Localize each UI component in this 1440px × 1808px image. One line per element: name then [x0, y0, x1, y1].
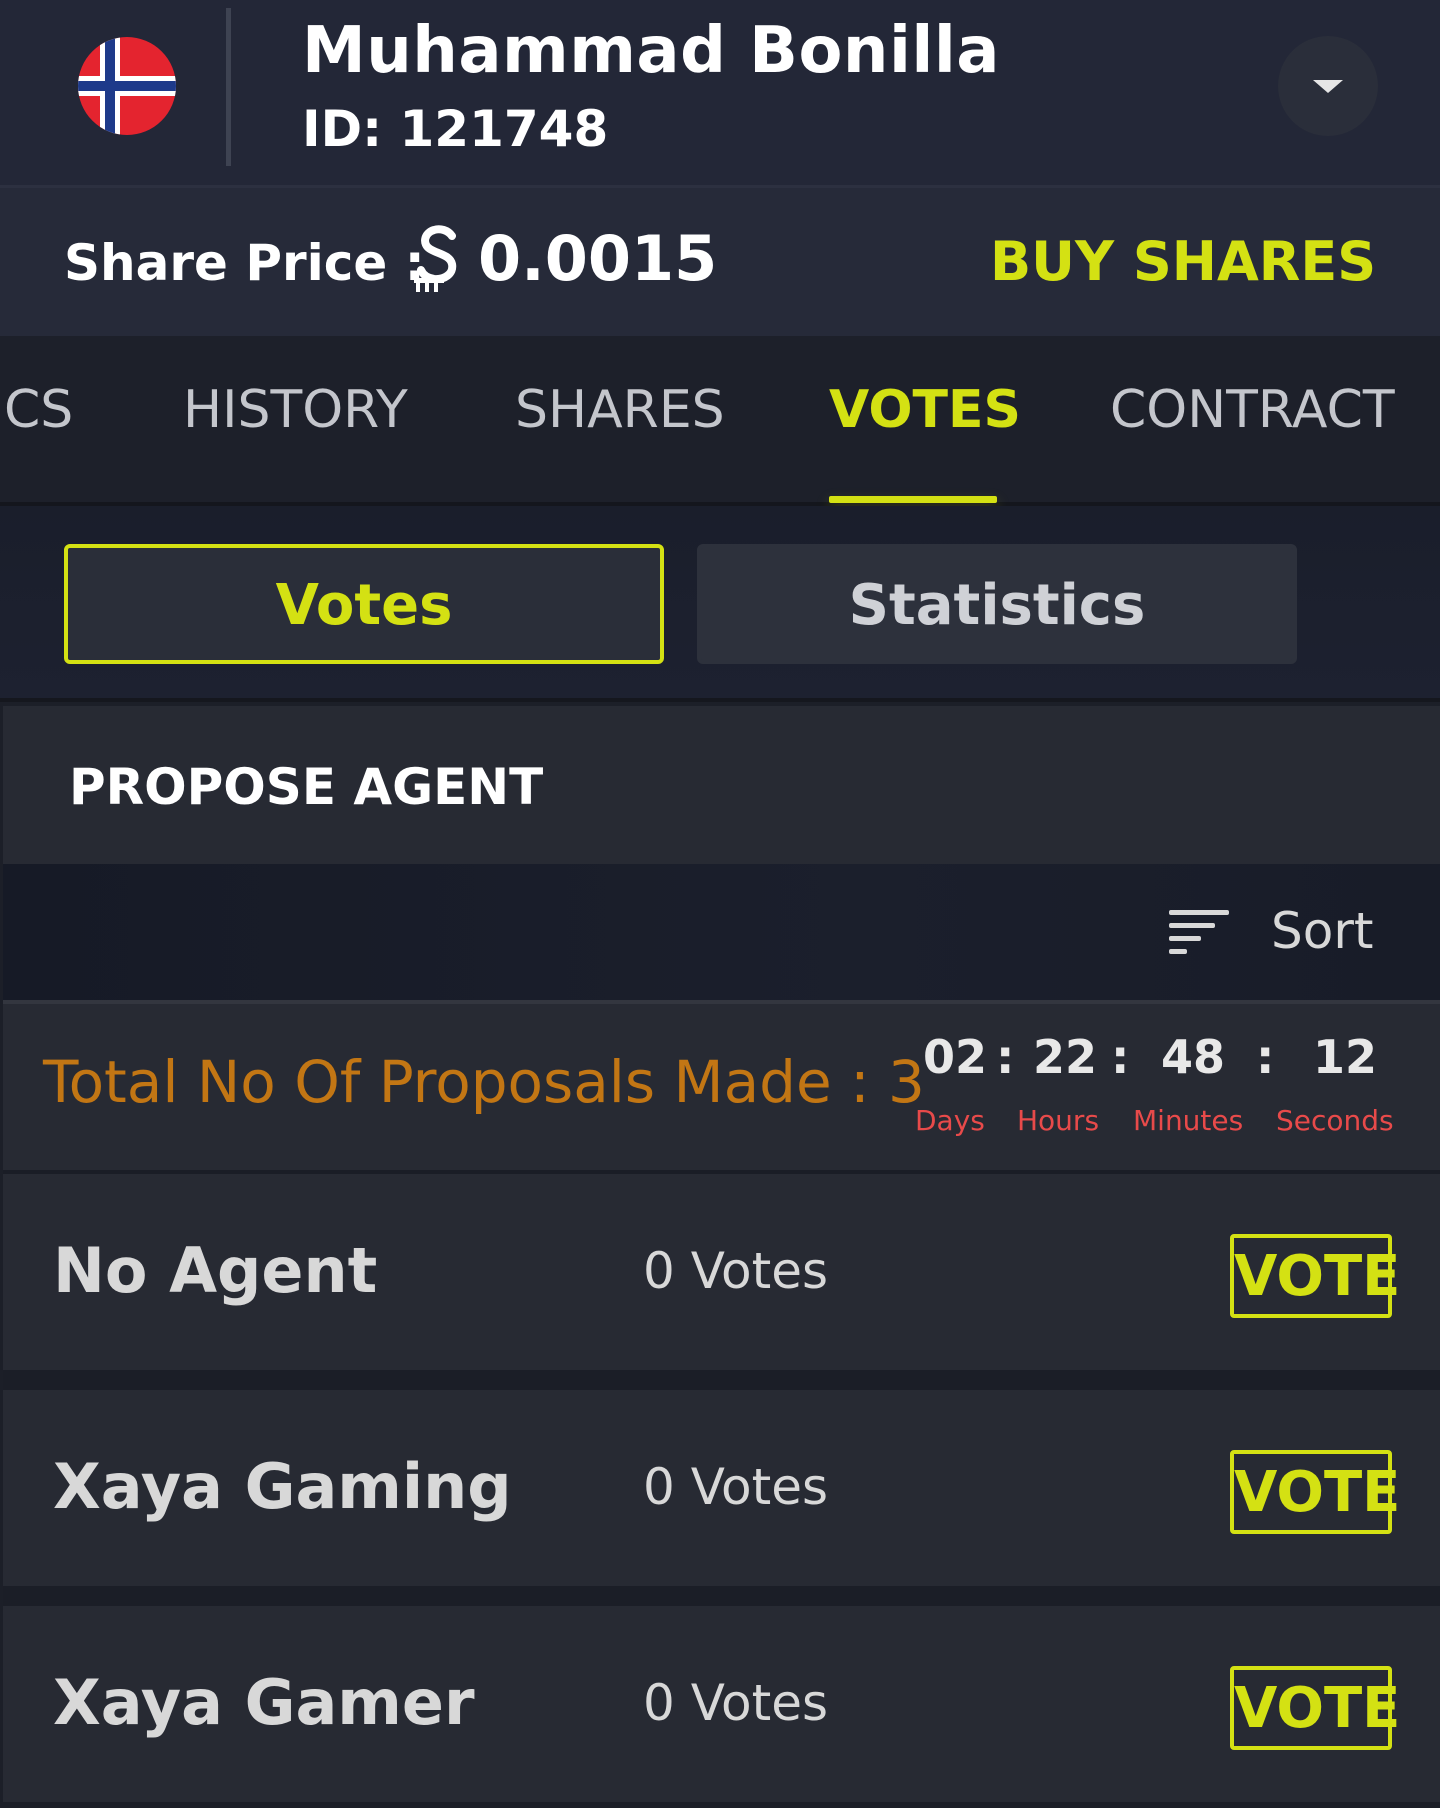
- row-divider: [3, 1370, 1440, 1390]
- vote-button[interactable]: VOTE: [1230, 1450, 1400, 1534]
- caret-down-icon: [1313, 80, 1343, 93]
- agent-name: No Agent: [53, 1234, 378, 1307]
- agent-name: Xaya Gaming: [53, 1450, 512, 1523]
- proposals-summary: Total No Of Proposals Made : 3 02 : 22 :…: [3, 1004, 1440, 1180]
- votes-statistics-toggle: Votes Statistics: [0, 506, 1440, 702]
- active-tab-indicator: [829, 496, 997, 503]
- vote-button[interactable]: VOTE: [1230, 1666, 1400, 1750]
- sort-bar: Sort: [3, 864, 1440, 1004]
- share-price-value: 0.0015: [478, 222, 718, 295]
- agent-name: Xaya Gamer: [53, 1666, 475, 1739]
- list-item: Xaya Gamer 0 Votes VOTE: [3, 1606, 1440, 1802]
- timer-separator: :: [996, 1030, 1015, 1084]
- tab-cs[interactable]: CS: [4, 380, 73, 440]
- list-item: Xaya Gaming 0 Votes VOTE: [3, 1390, 1440, 1586]
- player-name: Muhammad Bonilla: [302, 14, 1000, 88]
- tab-shares[interactable]: SHARES: [515, 380, 725, 440]
- tab-contract[interactable]: CONTRACT: [1110, 380, 1395, 440]
- timer-seconds: 12: [1313, 1030, 1378, 1084]
- section-tabs: CS HISTORY SHARES VOTES CONTRACT: [0, 336, 1440, 506]
- buy-shares-button[interactable]: BUY SHARES: [990, 230, 1376, 293]
- player-header: Muhammad Bonilla ID: 121748: [0, 0, 1440, 188]
- share-price-label: Share Price :: [64, 234, 425, 292]
- agent-vote-count: 0 Votes: [643, 1674, 829, 1732]
- agent-vote-count: 0 Votes: [643, 1242, 829, 1300]
- currency-icon: [412, 222, 464, 294]
- timer-hours: 22: [1033, 1030, 1098, 1084]
- propose-agent-button[interactable]: PROPOSE AGENT: [3, 706, 1440, 864]
- timer-seconds-label: Seconds: [1276, 1104, 1394, 1137]
- timer-minutes: 48: [1161, 1030, 1226, 1084]
- vote-button[interactable]: VOTE: [1230, 1234, 1400, 1318]
- header-divider: [226, 8, 231, 166]
- timer-minutes-label: Minutes: [1133, 1104, 1244, 1137]
- timer-days-label: Days: [915, 1104, 985, 1137]
- sort-icon[interactable]: [1169, 910, 1231, 954]
- timer-separator: :: [1256, 1030, 1275, 1084]
- list-item: No Agent 0 Votes VOTE: [3, 1174, 1440, 1370]
- norway-flag-icon: [78, 37, 176, 135]
- timer-separator: :: [1111, 1030, 1130, 1084]
- row-divider: [3, 1586, 1440, 1606]
- player-id: ID: 121748: [302, 100, 609, 158]
- tab-history[interactable]: HISTORY: [183, 380, 408, 440]
- account-dropdown-button[interactable]: [1278, 36, 1378, 136]
- timer-days: 02: [923, 1030, 988, 1084]
- timer-hours-label: Hours: [1017, 1104, 1100, 1137]
- votes-segment-button[interactable]: Votes: [64, 544, 664, 664]
- statistics-segment-button[interactable]: Statistics: [697, 544, 1297, 664]
- tab-votes[interactable]: VOTES: [829, 380, 1021, 440]
- propose-agent-label: PROPOSE AGENT: [69, 758, 544, 816]
- share-price-bar: Share Price : 0.0015 BUY SHARES: [0, 188, 1440, 336]
- sort-button[interactable]: Sort: [1271, 902, 1374, 960]
- agent-vote-count: 0 Votes: [643, 1458, 829, 1516]
- total-proposals-text: Total No Of Proposals Made : 3: [43, 1048, 925, 1116]
